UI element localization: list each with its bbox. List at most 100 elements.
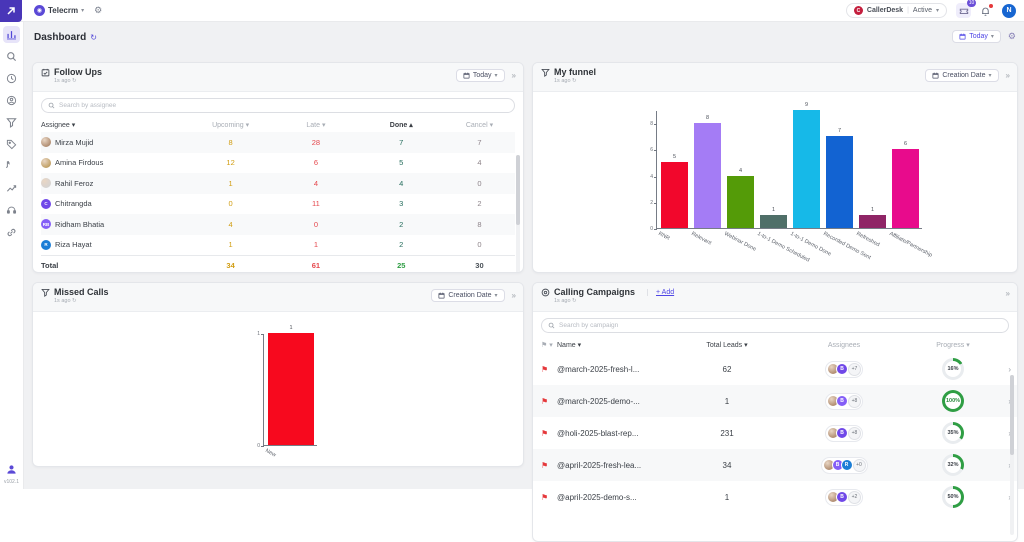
bar-affiliate-partnership[interactable]: 6 xyxy=(892,149,919,228)
bar-1-to-1-demo-scheduled[interactable]: 1 xyxy=(760,215,787,228)
followups-today-filter-button[interactable]: Today ▾ xyxy=(456,69,505,82)
add-campaign-link[interactable]: + Add xyxy=(647,289,674,296)
workspace-settings-gear-icon[interactable]: ⚙ xyxy=(94,5,102,16)
callerdesk-status: Active xyxy=(913,7,932,14)
sidebar-item-chat[interactable] xyxy=(3,158,20,175)
campaign-row[interactable]: ⚑@april-2025-fresh-lea...34BR+032%› xyxy=(533,449,1017,481)
refresh-icon[interactable]: ↻ xyxy=(90,33,97,42)
row-chevron-icon[interactable]: › xyxy=(995,397,1011,406)
column-header-upcoming[interactable]: Upcoming ▾ xyxy=(188,121,273,129)
bar-recorded-demo-sent[interactable]: 7 xyxy=(826,136,853,228)
column-header-cancel[interactable]: Cancel ▾ xyxy=(444,121,515,129)
bar-value-label: 1 xyxy=(859,207,886,213)
campaigns-search-input[interactable] xyxy=(559,322,1002,329)
total-leads-value: 62 xyxy=(677,365,777,374)
dashboard-settings-gear-icon[interactable]: ⚙ xyxy=(1008,31,1016,42)
global-today-filter-button[interactable]: Today ▾ xyxy=(952,30,1001,43)
row-chevron-icon[interactable]: › xyxy=(995,461,1011,470)
expand-panel-icon[interactable]: » xyxy=(512,71,516,80)
flag-column-header[interactable]: ⚑ ▾ xyxy=(541,341,557,349)
followups-search[interactable] xyxy=(41,98,515,113)
support-agent-icon[interactable] xyxy=(3,461,20,478)
table-row[interactable]: CChitrangda01132 xyxy=(41,194,515,215)
bar-rnr[interactable]: 5 xyxy=(661,162,688,228)
sidebar-item-contact[interactable] xyxy=(3,92,20,109)
campaign-name[interactable]: @march-2025-fresh-l... xyxy=(557,365,677,374)
table-row[interactable]: Rahil Feroz1440 xyxy=(41,173,515,194)
cell: 25 xyxy=(359,261,444,270)
campaign-name[interactable]: @march-2025-demo-... xyxy=(557,397,677,406)
campaign-name[interactable]: @april-2025-fresh-lea... xyxy=(557,461,677,470)
followups-scrollbar[interactable] xyxy=(516,155,520,273)
table-row[interactable]: Amina Firdous12654 xyxy=(41,153,515,174)
expand-panel-icon[interactable]: » xyxy=(1006,71,1010,80)
bar-new[interactable]: 1 xyxy=(268,333,314,445)
assignees-cell[interactable]: B+2 xyxy=(777,489,911,506)
sidebar-item-headset[interactable] xyxy=(3,202,20,219)
cell: 0 xyxy=(273,220,358,229)
avatar: B xyxy=(836,395,848,407)
followups-search-input[interactable] xyxy=(59,102,508,109)
ticket-button[interactable]: 10 xyxy=(956,3,971,18)
bar-webinar-done[interactable]: 4 xyxy=(727,176,754,228)
table-row[interactable]: RBRidham Bhatia4028 xyxy=(41,214,515,235)
campaign-name[interactable]: @april-2025-demo-s... xyxy=(557,493,677,502)
user-avatar[interactable]: N xyxy=(1002,4,1016,18)
expand-panel-icon[interactable]: » xyxy=(1006,289,1010,298)
sidebar-item-dashboard[interactable] xyxy=(3,26,20,43)
panel-title: Calling Campaigns xyxy=(554,287,635,297)
cell: 4 xyxy=(359,179,444,188)
row-chevron-icon[interactable]: › xyxy=(995,365,1011,374)
notifications-button[interactable] xyxy=(980,4,993,17)
campaign-name[interactable]: @holi-2025-blast-rep... xyxy=(557,429,677,438)
flag-icon: ⚑ xyxy=(541,429,557,438)
missed-calls-date-filter-button[interactable]: Creation Date ▾ xyxy=(431,289,504,302)
table-row[interactable]: RRiza Hayat1120 xyxy=(41,235,515,256)
campaign-row[interactable]: ⚑@holi-2025-blast-rep...231B+835%› xyxy=(533,417,1017,449)
assignees-cell[interactable]: B+8 xyxy=(777,393,911,410)
campaign-row[interactable]: ⚑@april-2025-demo-s...1B+250%› xyxy=(533,481,1017,513)
column-header-late[interactable]: Late ▾ xyxy=(273,121,358,129)
campaign-row[interactable]: ⚑@march-2025-fresh-l...62B+716%› xyxy=(533,353,1017,385)
row-chevron-icon[interactable]: › xyxy=(995,493,1011,502)
x-tick-label: Relevant xyxy=(690,231,712,246)
column-header-done[interactable]: Done ▴ xyxy=(359,121,444,129)
sidebar-item-clock[interactable] xyxy=(3,70,20,87)
panel-updated[interactable]: 1s ago ↻ xyxy=(54,78,515,84)
cell: 7 xyxy=(359,138,444,147)
bar-relevant[interactable]: 8 xyxy=(694,123,721,228)
column-header-progress[interactable]: Progress ▾ xyxy=(911,341,995,349)
total-label: Total xyxy=(41,261,188,270)
assignees-cell[interactable]: B+8 xyxy=(777,425,911,442)
table-row[interactable]: Mirza Mujid82877 xyxy=(41,132,515,153)
campaigns-search[interactable] xyxy=(541,318,1009,333)
campaign-row[interactable]: ⚑@march-2025-demo-...1B+8100%› xyxy=(533,385,1017,417)
ticket-icon xyxy=(959,6,969,16)
y-tick-label: 8 xyxy=(643,121,653,127)
row-chevron-icon[interactable]: › xyxy=(995,429,1011,438)
workspace-switcher[interactable]: ◉ Telecrm ▾ xyxy=(34,5,84,16)
bar-value-label: 5 xyxy=(661,154,688,160)
sidebar-item-tag[interactable] xyxy=(3,136,20,153)
assignees-cell[interactable]: BR+0 xyxy=(777,457,911,474)
sidebar-item-search[interactable] xyxy=(3,48,20,65)
bar-refreshed[interactable]: 1 xyxy=(859,215,886,228)
assignees-cell[interactable]: B+7 xyxy=(777,361,911,378)
x-tick-label: RNR xyxy=(657,231,670,242)
sidebar-item-funnel[interactable] xyxy=(3,114,20,131)
bar-value-label: 1 xyxy=(760,207,787,213)
column-header-total-leads[interactable]: Total Leads ▾ xyxy=(677,341,777,349)
app-logo[interactable] xyxy=(0,0,22,22)
sidebar-item-link[interactable] xyxy=(3,224,20,241)
column-header-name[interactable]: Name ▾ xyxy=(557,341,677,349)
ticket-count-badge: 10 xyxy=(967,0,976,7)
assignee-name: Amina Firdous xyxy=(55,158,103,167)
callerdesk-status-pill[interactable]: C CallerDesk | Active ▾ xyxy=(846,3,947,18)
sidebar-item-trend[interactable] xyxy=(3,180,20,197)
funnel-date-filter-button[interactable]: Creation Date ▾ xyxy=(925,69,998,82)
panel-updated[interactable]: 1s ago ↻ xyxy=(554,298,1009,304)
expand-panel-icon[interactable]: » xyxy=(512,291,516,300)
campaigns-scrollbar[interactable] xyxy=(1010,375,1014,535)
workspace-logo-icon: ◉ xyxy=(34,5,45,16)
bar-1-to-1-demo-done[interactable]: 9 xyxy=(793,110,820,228)
